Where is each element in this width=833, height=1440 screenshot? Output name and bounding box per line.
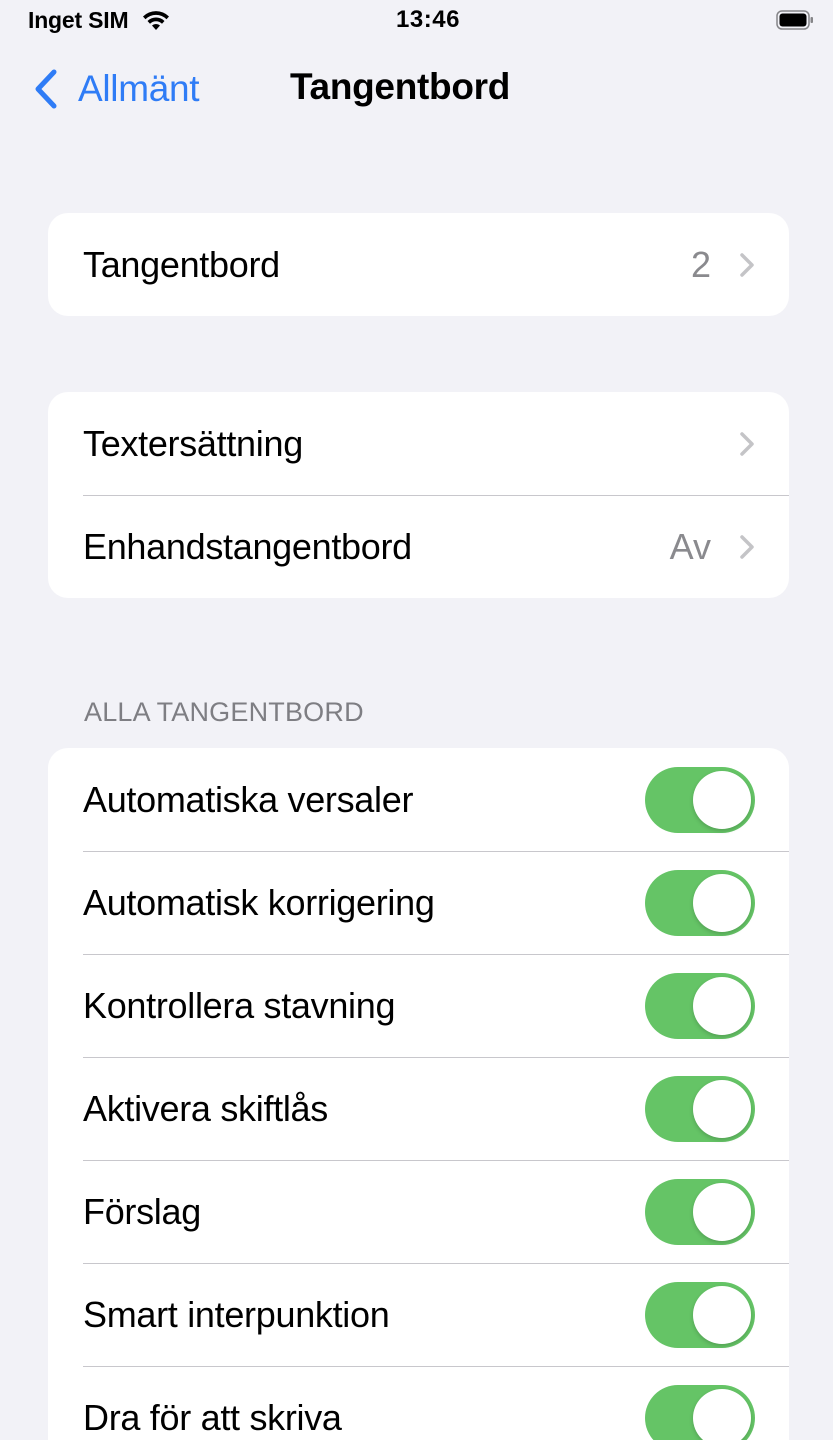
chevron-right-icon — [740, 534, 754, 559]
chevron-left-icon — [35, 69, 57, 109]
row-label: Smart interpunktion — [83, 1293, 390, 1335]
row-label: Enhandstangentbord — [83, 525, 412, 567]
back-button-label: Allmänt — [78, 68, 200, 109]
caps-lock-toggle[interactable] — [645, 1075, 755, 1142]
row-slide-to-type: Dra för att skriva — [48, 1366, 789, 1440]
row-smart-punctuation: Smart interpunktion — [48, 1263, 789, 1366]
section-header-all-keyboards: ALLA TANGENTBORD — [84, 697, 364, 727]
row-label: Automatisk korrigering — [83, 881, 435, 923]
auto-capitalization-toggle[interactable] — [645, 766, 755, 833]
row-value: Av — [669, 525, 711, 567]
row-label: Kontrollera stavning — [83, 984, 396, 1026]
row-auto-capitalization: Automatiska versaler — [48, 748, 789, 851]
row-auto-correction: Automatisk korrigering — [48, 851, 789, 954]
toggle-knob — [693, 873, 751, 932]
status-bar: Inget SIM 13:46 — [14, 0, 826, 44]
keyboards-group: Tangentbord 2 — [48, 213, 789, 316]
chevron-right-icon — [740, 252, 754, 277]
slide-to-type-toggle[interactable] — [645, 1384, 755, 1440]
row-label: Aktivera skiftlås — [83, 1087, 328, 1129]
toggle-knob — [693, 1182, 751, 1241]
settings-screen: Inget SIM 13:46 Allmänt Tangentbord Tang… — [14, 0, 826, 1440]
row-label: Tangentbord — [83, 243, 280, 285]
auto-correction-toggle[interactable] — [645, 869, 755, 936]
predictive-toggle[interactable] — [645, 1178, 755, 1245]
text-options-group: Textersättning Enhandstangentbord Av — [48, 392, 789, 598]
row-keyboards[interactable]: Tangentbord 2 — [48, 213, 789, 316]
row-value: 2 — [690, 243, 711, 285]
chevron-right-icon — [740, 431, 754, 456]
all-keyboards-group: Automatiska versaler Automatisk korriger… — [48, 748, 789, 1440]
toggle-knob — [693, 976, 751, 1035]
toggle-knob — [693, 1388, 751, 1440]
row-text-replacement[interactable]: Textersättning — [48, 392, 789, 495]
navigation-bar: Allmänt Tangentbord — [14, 58, 826, 118]
status-time: 13:46 — [396, 6, 460, 33]
row-label: Förslag — [83, 1190, 201, 1232]
battery-icon — [776, 10, 813, 30]
row-label: Automatiska versaler — [83, 778, 414, 820]
row-predictive: Förslag — [48, 1160, 789, 1263]
row-label: Dra för att skriva — [83, 1396, 342, 1438]
row-label: Textersättning — [83, 422, 303, 464]
toggle-knob — [693, 770, 751, 829]
smart-punctuation-toggle[interactable] — [645, 1281, 755, 1348]
toggle-knob — [693, 1079, 751, 1138]
page-title: Tangentbord — [290, 66, 511, 107]
row-caps-lock: Aktivera skiftlås — [48, 1057, 789, 1160]
row-check-spelling: Kontrollera stavning — [48, 954, 789, 1057]
toggle-knob — [693, 1285, 751, 1344]
check-spelling-toggle[interactable] — [645, 972, 755, 1039]
back-button[interactable]: Allmänt — [34, 64, 200, 114]
row-one-handed-keyboard[interactable]: Enhandstangentbord Av — [48, 495, 789, 598]
